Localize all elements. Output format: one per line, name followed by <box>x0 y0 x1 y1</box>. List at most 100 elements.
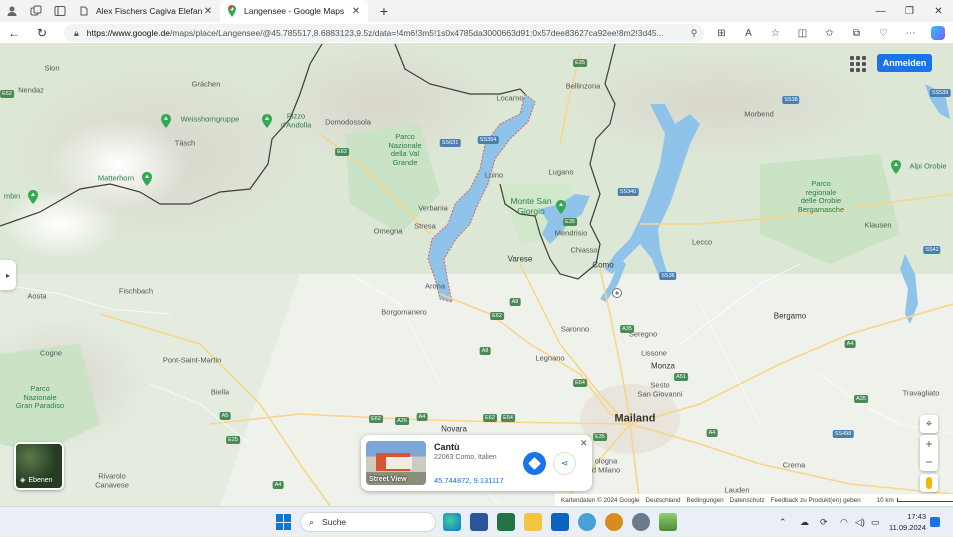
layers-button[interactable]: ◈ Ebenen <box>14 442 64 490</box>
place-label[interactable]: Parco regionale delle Orobie Bergamasche <box>798 179 844 215</box>
system-clock[interactable]: 17:43 11.09.2024 <box>884 511 926 533</box>
url-text[interactable]: https://www.google.de/maps/place/Langens… <box>87 28 684 38</box>
place-label[interactable]: Sesto San Giovanni <box>637 380 682 398</box>
place-label[interactable]: Weisshorngruppe <box>181 115 240 125</box>
place-label[interactable]: Monte San Giorgio <box>510 196 551 217</box>
place-label[interactable]: Nendaz <box>18 86 44 96</box>
firefox-app-icon[interactable] <box>605 513 623 531</box>
file-explorer-icon[interactable] <box>524 513 542 531</box>
profile-icon[interactable] <box>0 0 24 22</box>
place-label[interactable]: Lecco <box>692 238 712 248</box>
expand-panel-button[interactable]: ▸ <box>0 260 16 290</box>
street-view-thumbnail[interactable]: Street View <box>366 441 426 485</box>
tab-close-icon[interactable]: ✕ <box>350 6 362 17</box>
workspaces-icon[interactable] <box>24 0 48 22</box>
close-card-icon[interactable]: ✕ <box>580 438 588 449</box>
notification-icon[interactable] <box>930 517 940 527</box>
place-label[interactable]: Aosta <box>27 292 46 302</box>
park-pin-icon[interactable] <box>555 200 567 214</box>
minimize-icon[interactable]: — <box>866 0 895 22</box>
place-label[interactable]: Mendrisio <box>555 229 588 239</box>
collections-icon[interactable]: ⧉ <box>843 22 870 44</box>
location-pin-icon[interactable]: ⚲ <box>684 28 704 39</box>
tray-overflow-icon[interactable]: ⌃ <box>779 507 787 537</box>
place-label[interactable]: Saronno <box>561 325 589 335</box>
word-app-icon[interactable] <box>470 513 488 531</box>
maximize-icon[interactable]: ❐ <box>895 0 924 22</box>
place-label[interactable]: Matterhorn <box>98 174 134 184</box>
place-label[interactable]: Fischbach <box>119 287 153 297</box>
place-label[interactable]: mbin <box>4 192 20 202</box>
sync-icon[interactable]: ⟳ <box>820 507 828 537</box>
copilot-icon[interactable] <box>924 22 951 44</box>
tab-actions-icon[interactable] <box>48 0 72 22</box>
place-label[interactable]: Como <box>592 260 613 269</box>
place-label[interactable]: Lissone <box>641 349 667 359</box>
outlook-app-icon[interactable] <box>551 513 569 531</box>
park-pin-icon[interactable] <box>261 114 273 128</box>
place-label[interactable]: Bellinzona <box>566 82 601 92</box>
place-label[interactable]: Alpi Orobie <box>909 162 946 172</box>
place-label[interactable]: Morbend <box>744 110 774 120</box>
edge-app-icon[interactable] <box>443 513 461 531</box>
tab-alex-fischer[interactable]: Alex Fischers Cagiva Elefant-Seite ✕ <box>72 0 220 22</box>
onedrive-icon[interactable]: ☁ <box>800 507 809 537</box>
volume-icon[interactable]: ◁) <box>855 507 865 537</box>
place-label[interactable]: Klausen <box>864 221 891 231</box>
favorite-star-icon[interactable]: ☆ <box>762 22 789 44</box>
place-label[interactable]: Parco Nazionale Gran Paradiso <box>16 384 64 411</box>
place-label[interactable]: Crema <box>783 461 806 471</box>
taskbar-search[interactable]: ⌕ Suche <box>300 512 436 532</box>
tab-google-maps[interactable]: Langensee - Google Maps ✕ <box>220 0 368 22</box>
place-label[interactable]: Locarno <box>496 94 523 104</box>
place-label[interactable]: ologna d Milano <box>592 456 620 474</box>
wifi-icon[interactable]: ◠ <box>840 507 848 537</box>
windows-start-icon[interactable] <box>276 514 292 530</box>
place-label[interactable]: Domodossola <box>325 118 371 128</box>
directions-button[interactable] <box>523 452 546 475</box>
park-pin-icon[interactable] <box>160 114 172 128</box>
place-label[interactable]: Pont-Saint-Martin <box>163 356 221 366</box>
place-label[interactable]: Cogne <box>40 349 62 359</box>
close-window-icon[interactable]: ✕ <box>924 0 953 22</box>
place-label[interactable]: Rivarolo Canavese <box>95 471 129 489</box>
place-label[interactable]: Grächen <box>192 80 221 90</box>
place-label[interactable]: Monza <box>651 361 675 370</box>
place-label[interactable]: Mailand <box>615 413 656 426</box>
url-field[interactable]: 🔒︎ https://www.google.de/maps/place/Lang… <box>64 24 704 42</box>
place-label[interactable]: Parco Nazionale della Val Grande <box>388 132 421 168</box>
settings-gear-icon[interactable] <box>632 513 650 531</box>
zoom-in-button[interactable]: + <box>920 435 938 453</box>
new-tab-button[interactable]: + <box>374 3 394 19</box>
place-coordinates[interactable]: 45.744872, 9.131117 <box>434 476 504 485</box>
photos-app-icon[interactable] <box>578 513 596 531</box>
place-name[interactable]: Cantù <box>434 442 460 452</box>
place-label[interactable]: Sion <box>44 64 59 74</box>
selected-place-pin[interactable] <box>612 288 622 298</box>
feedback-link[interactable]: Feedback zu Produkt(en) geben <box>771 497 861 504</box>
place-label[interactable]: Legnano <box>535 354 564 364</box>
share-button[interactable]: ⋖ <box>553 452 576 475</box>
place-label[interactable]: Arona <box>425 282 445 292</box>
excel-app-icon[interactable] <box>497 513 515 531</box>
back-arrow-icon[interactable]: ← <box>0 22 28 44</box>
chart-app-icon[interactable] <box>659 513 677 531</box>
reload-icon[interactable]: ↻ <box>28 22 56 44</box>
battery-icon[interactable]: ▭ <box>871 507 880 537</box>
place-info-card[interactable]: Street View Cantù 22063 Como, Italien 45… <box>361 435 592 491</box>
app-install-icon[interactable]: ⊞ <box>708 22 735 44</box>
park-pin-icon[interactable] <box>27 190 39 204</box>
place-label[interactable]: Luino <box>485 171 503 181</box>
terms-link[interactable]: Bedingungen <box>687 497 724 504</box>
place-label[interactable]: Chiasso <box>570 246 597 256</box>
place-label[interactable]: Novara <box>441 424 467 433</box>
country-link[interactable]: Deutschland <box>646 497 681 504</box>
read-aloud-icon[interactable]: A <box>735 22 762 44</box>
more-menu-icon[interactable]: ⋯ <box>897 22 924 44</box>
scale-bar[interactable]: 10 km <box>871 497 953 504</box>
split-screen-icon[interactable]: ◫ <box>789 22 816 44</box>
park-pin-icon[interactable] <box>141 172 153 186</box>
place-label[interactable]: Varese <box>508 254 533 263</box>
zoom-out-button[interactable]: − <box>920 453 938 471</box>
favorites-icon[interactable]: ✩ <box>816 22 843 44</box>
